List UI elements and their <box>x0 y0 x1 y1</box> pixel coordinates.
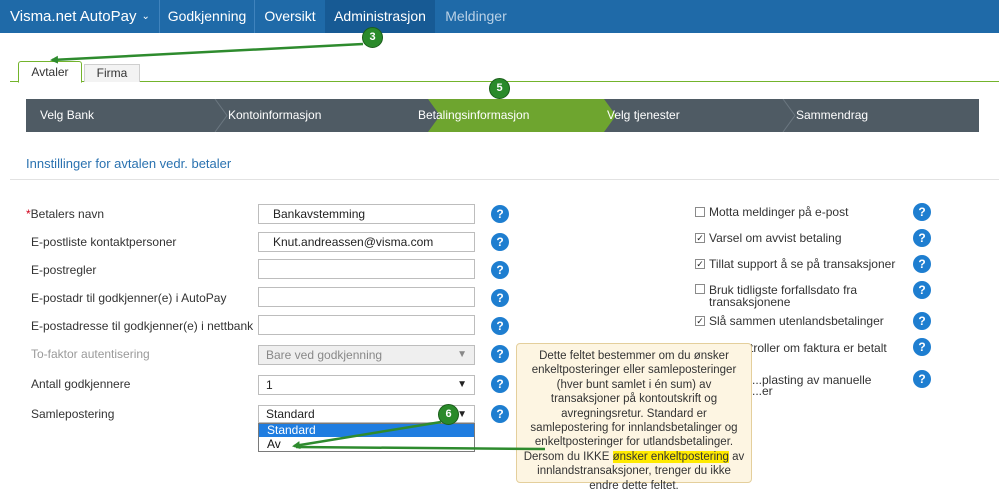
callout-arrows <box>50 42 546 451</box>
callout-badge-5: 5 <box>489 78 510 99</box>
callout-badge-3: 3 <box>362 27 383 48</box>
callout-badge-6: 6 <box>438 404 459 425</box>
